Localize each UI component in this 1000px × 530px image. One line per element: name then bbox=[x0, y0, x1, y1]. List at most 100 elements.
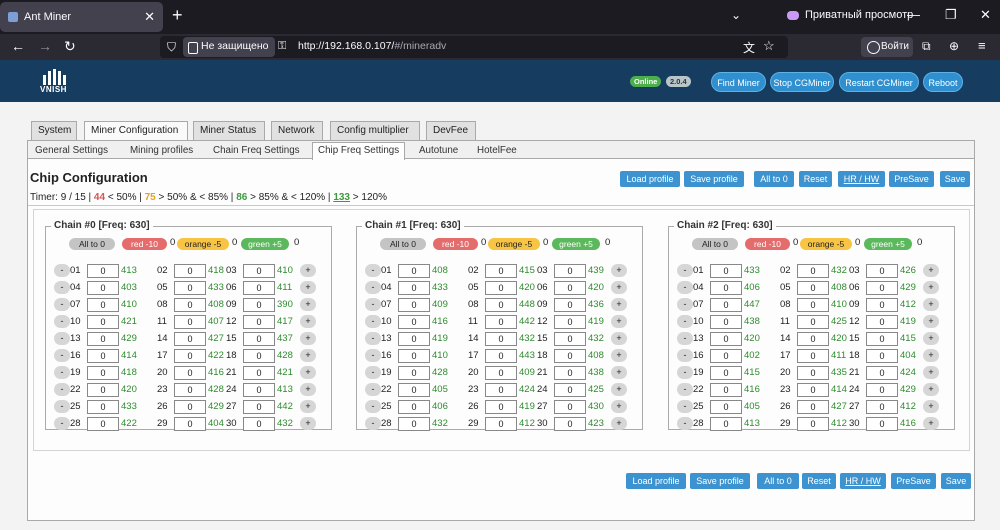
row-minus-button[interactable]: - bbox=[54, 417, 70, 430]
orange-minus-5-pill[interactable]: orange -5 bbox=[177, 238, 229, 250]
chip-offset-input[interactable]: 0 bbox=[797, 349, 829, 363]
row-minus-button[interactable]: - bbox=[54, 349, 70, 362]
row-plus-button[interactable]: + bbox=[300, 315, 316, 328]
row-plus-button[interactable]: + bbox=[923, 298, 939, 311]
reset-button-bottom[interactable]: Reset bbox=[802, 473, 836, 489]
chip-offset-input[interactable]: 0 bbox=[710, 315, 742, 329]
chip-offset-input[interactable]: 0 bbox=[710, 366, 742, 380]
chip-offset-input[interactable]: 0 bbox=[554, 400, 586, 414]
chip-offset-input[interactable]: 0 bbox=[87, 264, 119, 278]
tab-network[interactable]: Network bbox=[271, 121, 323, 140]
row-plus-button[interactable]: + bbox=[923, 281, 939, 294]
chip-offset-input[interactable]: 0 bbox=[243, 366, 275, 380]
chip-offset-input[interactable]: 0 bbox=[554, 349, 586, 363]
chip-offset-input[interactable]: 0 bbox=[87, 298, 119, 312]
chip-offset-input[interactable]: 0 bbox=[174, 298, 206, 312]
row-minus-button[interactable]: - bbox=[677, 366, 693, 379]
reboot-button[interactable]: Reboot bbox=[923, 72, 963, 92]
chip-offset-input[interactable]: 0 bbox=[398, 332, 430, 346]
reset-button[interactable]: Reset bbox=[799, 171, 832, 187]
chip-offset-input[interactable]: 0 bbox=[174, 417, 206, 431]
chip-offset-input[interactable]: 0 bbox=[554, 332, 586, 346]
chip-offset-input[interactable]: 0 bbox=[710, 332, 742, 346]
subtab-chain-freq-settings[interactable]: Chain Freq Settings bbox=[208, 143, 305, 159]
row-plus-button[interactable]: + bbox=[611, 366, 627, 379]
red-minus-10-pill[interactable]: red -10 bbox=[745, 238, 790, 250]
chip-offset-input[interactable]: 0 bbox=[243, 417, 275, 431]
chip-offset-input[interactable]: 0 bbox=[485, 315, 517, 329]
tab-miner-configuration[interactable]: Miner Configuration bbox=[84, 121, 188, 141]
row-minus-button[interactable]: - bbox=[677, 349, 693, 362]
orange-minus-5-pill[interactable]: orange -5 bbox=[488, 238, 540, 250]
tab-devfee[interactable]: DevFee bbox=[426, 121, 476, 140]
subtab-general-settings[interactable]: General Settings bbox=[30, 143, 113, 159]
chip-offset-input[interactable]: 0 bbox=[554, 264, 586, 278]
row-plus-button[interactable]: + bbox=[300, 400, 316, 413]
row-plus-button[interactable]: + bbox=[923, 417, 939, 430]
chip-offset-input[interactable]: 0 bbox=[710, 349, 742, 363]
chip-offset-input[interactable]: 0 bbox=[87, 349, 119, 363]
row-plus-button[interactable]: + bbox=[300, 281, 316, 294]
row-minus-button[interactable]: - bbox=[54, 298, 70, 311]
chip-offset-input[interactable]: 0 bbox=[87, 366, 119, 380]
save-profile-button-bottom[interactable]: Save profile bbox=[690, 473, 750, 489]
row-plus-button[interactable]: + bbox=[923, 366, 939, 379]
all-to-zero-button-bottom[interactable]: All to 0 bbox=[757, 473, 799, 489]
chip-offset-input[interactable]: 0 bbox=[174, 383, 206, 397]
key-icon[interactable]: ⚿ bbox=[278, 40, 286, 53]
hr-hw-button[interactable]: HR / HW bbox=[838, 171, 885, 187]
chip-offset-input[interactable]: 0 bbox=[797, 383, 829, 397]
chip-offset-input[interactable]: 0 bbox=[866, 298, 898, 312]
signin-button[interactable]: Войти bbox=[861, 37, 913, 57]
chip-offset-input[interactable]: 0 bbox=[87, 383, 119, 397]
row-minus-button[interactable]: - bbox=[365, 298, 381, 311]
row-minus-button[interactable]: - bbox=[54, 332, 70, 345]
row-minus-button[interactable]: - bbox=[54, 366, 70, 379]
chip-offset-input[interactable]: 0 bbox=[485, 281, 517, 295]
chip-offset-input[interactable]: 0 bbox=[174, 281, 206, 295]
chip-offset-input[interactable]: 0 bbox=[866, 315, 898, 329]
chip-offset-input[interactable]: 0 bbox=[797, 315, 829, 329]
row-minus-button[interactable]: - bbox=[365, 315, 381, 328]
row-plus-button[interactable]: + bbox=[300, 349, 316, 362]
chip-offset-input[interactable]: 0 bbox=[243, 400, 275, 414]
chip-offset-input[interactable]: 0 bbox=[554, 417, 586, 431]
chip-offset-input[interactable]: 0 bbox=[866, 417, 898, 431]
chip-offset-input[interactable]: 0 bbox=[87, 332, 119, 346]
row-minus-button[interactable]: - bbox=[365, 400, 381, 413]
chip-offset-input[interactable]: 0 bbox=[797, 417, 829, 431]
chip-offset-input[interactable]: 0 bbox=[797, 264, 829, 278]
red-minus-10-pill[interactable]: red -10 bbox=[122, 238, 167, 250]
chip-offset-input[interactable]: 0 bbox=[485, 366, 517, 380]
row-plus-button[interactable]: + bbox=[923, 332, 939, 345]
chip-offset-input[interactable]: 0 bbox=[866, 349, 898, 363]
chip-offset-input[interactable]: 0 bbox=[398, 366, 430, 380]
hr-hw-button-bottom[interactable]: HR / HW bbox=[840, 473, 886, 489]
chip-offset-input[interactable]: 0 bbox=[174, 400, 206, 414]
presave-button-bottom[interactable]: PreSave bbox=[891, 473, 936, 489]
chip-offset-input[interactable]: 0 bbox=[710, 417, 742, 431]
chip-offset-input[interactable]: 0 bbox=[243, 281, 275, 295]
not-secure-label[interactable]: Не защищено bbox=[183, 37, 275, 57]
row-plus-button[interactable]: + bbox=[300, 264, 316, 277]
chip-offset-input[interactable]: 0 bbox=[485, 298, 517, 312]
find-miner-button[interactable]: Find Miner bbox=[711, 72, 766, 92]
chip-offset-input[interactable]: 0 bbox=[87, 417, 119, 431]
chip-offset-input[interactable]: 0 bbox=[710, 264, 742, 278]
chip-offset-input[interactable]: 0 bbox=[554, 383, 586, 397]
save-button[interactable]: Save bbox=[940, 171, 970, 187]
all-to-zero-button[interactable]: All to 0 bbox=[754, 171, 794, 187]
chip-offset-input[interactable]: 0 bbox=[485, 383, 517, 397]
row-minus-button[interactable]: - bbox=[54, 383, 70, 396]
chip-offset-input[interactable]: 0 bbox=[243, 264, 275, 278]
tab-list-chevron-icon[interactable]: ⌄ bbox=[731, 8, 741, 22]
back-arrow-icon[interactable]: ← bbox=[11, 38, 25, 54]
row-minus-button[interactable]: - bbox=[677, 332, 693, 345]
row-minus-button[interactable]: - bbox=[54, 264, 70, 277]
chip-offset-input[interactable]: 0 bbox=[554, 281, 586, 295]
row-plus-button[interactable]: + bbox=[300, 298, 316, 311]
chip-offset-input[interactable]: 0 bbox=[243, 315, 275, 329]
chip-offset-input[interactable]: 0 bbox=[174, 332, 206, 346]
chip-offset-input[interactable]: 0 bbox=[710, 298, 742, 312]
row-plus-button[interactable]: + bbox=[611, 298, 627, 311]
